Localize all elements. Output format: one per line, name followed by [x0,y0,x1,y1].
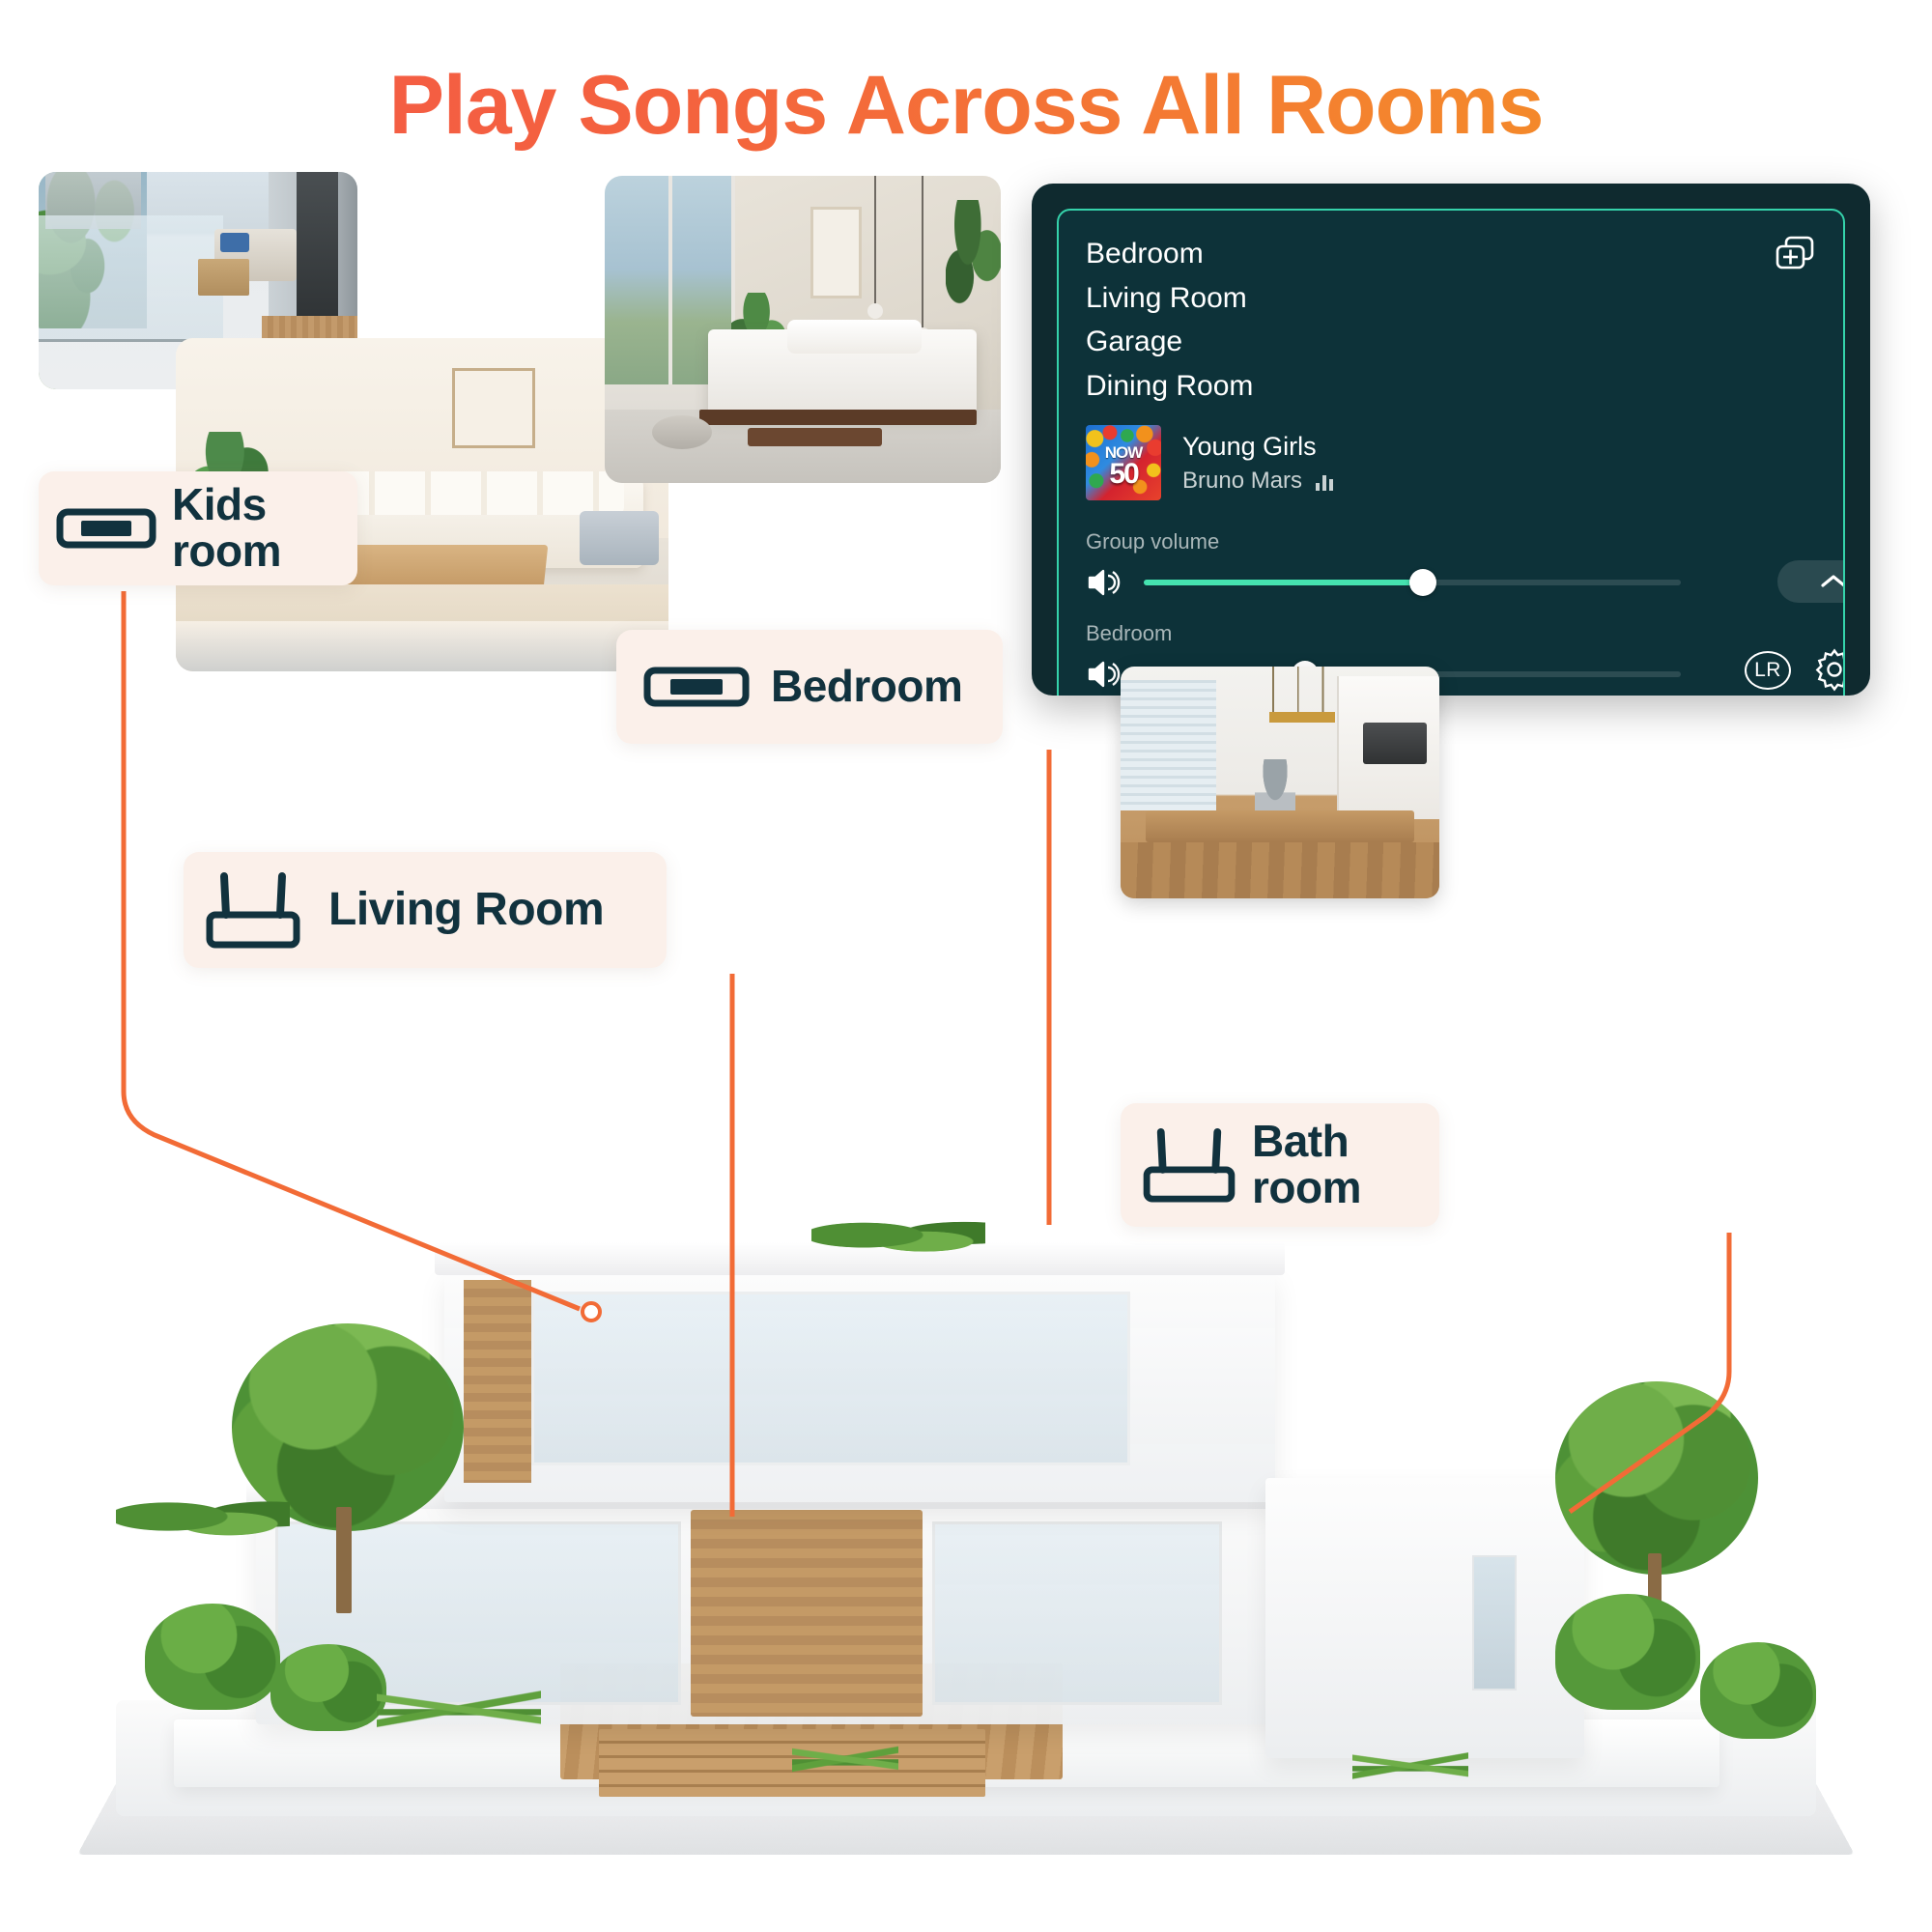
house-illustration [58,1024,1874,1855]
bedroom-volume-label: Bedroom [1086,621,1173,645]
right-wing-wall [1265,1478,1584,1758]
bedroom-lr-text: LR [1754,659,1781,681]
chevron-up-icon [1821,575,1843,587]
bathroom-window [1472,1555,1517,1690]
room-list-item-1[interactable]: Living Room [1086,276,1253,321]
bush-4 [1700,1642,1816,1739]
track-title: Young Girls [1182,431,1317,461]
room-card-bath-label: Bath room [1252,1116,1362,1212]
room-card-bath[interactable]: Bath room [1121,1103,1439,1227]
soundbar-icon [643,662,750,712]
grass-2 [792,1719,898,1797]
app-panel-inner: Bedroom Living Room Garage Dining Room N… [1057,209,1845,696]
bush-3 [1555,1594,1700,1710]
room-card-living-label: Living Room [328,884,605,936]
tree-left [232,1323,464,1613]
wood-core-wall [691,1510,923,1717]
bush-2 [270,1644,386,1731]
speaker-icon [1088,569,1121,596]
room-card-living[interactable]: Living Room [184,852,667,968]
now-playing-meta: Young Girls Bruno Mars [1182,432,1339,495]
room-list-item-3[interactable]: Dining Room [1086,364,1253,409]
add-group-icon[interactable] [1774,234,1816,276]
roof-planting [811,1218,985,1261]
bush-1 [145,1604,280,1710]
room-group-list: Bedroom Living Room Garage Dining Room [1086,232,1253,408]
track-artist-row: Bruno Mars [1182,468,1339,495]
track-artist: Bruno Mars [1182,467,1303,494]
room-list-item-0[interactable]: Bedroom [1086,232,1253,276]
photo-bath-room [1121,667,1439,898]
group-volume-knob[interactable] [1409,569,1437,596]
page-title: Play Songs Across All Rooms [0,58,1932,154]
gear-icon[interactable] [1812,647,1845,692]
grass-3 [1352,1731,1468,1799]
lower-glass-wall-right [932,1521,1222,1705]
screenshot-root: Play Songs Across All Rooms Bedroom Livi… [0,0,1932,1932]
chevron-up-button[interactable] [1777,560,1843,603]
speaker-icon [1088,661,1121,688]
equalizer-icon [1316,474,1334,491]
router-icon [205,870,301,950]
room-card-kids-label: Kids room [172,479,282,576]
speaker-app-panel[interactable]: Bedroom Living Room Garage Dining Room N… [1032,184,1870,696]
router-icon [1142,1126,1236,1204]
soundbar-icon [56,504,156,553]
album-art-number: 50 [1109,457,1139,490]
upper-wood-panel [464,1280,531,1483]
album-art: NOW 50 [1086,425,1161,500]
room-list-item-2[interactable]: Garage [1086,320,1253,364]
group-volume-row[interactable] [1086,566,1752,599]
grass-1 [377,1669,541,1747]
upper-floor [444,1270,1275,1502]
room-card-kids[interactable]: Kids room [39,471,357,585]
upper-glass-wall [531,1292,1130,1465]
room-card-bedroom-label: Bedroom [771,661,963,712]
now-playing-row[interactable]: NOW 50 Young Girls Bruno Mars [1086,425,1339,500]
photo-bedroom [605,176,1001,483]
room-card-bedroom[interactable]: Bedroom [616,630,1003,744]
bedroom-lr-badge[interactable]: LR [1745,651,1791,690]
terrace-planting [116,1497,290,1546]
group-volume-label: Group volume [1086,529,1220,554]
group-volume-slider[interactable] [1144,569,1681,596]
